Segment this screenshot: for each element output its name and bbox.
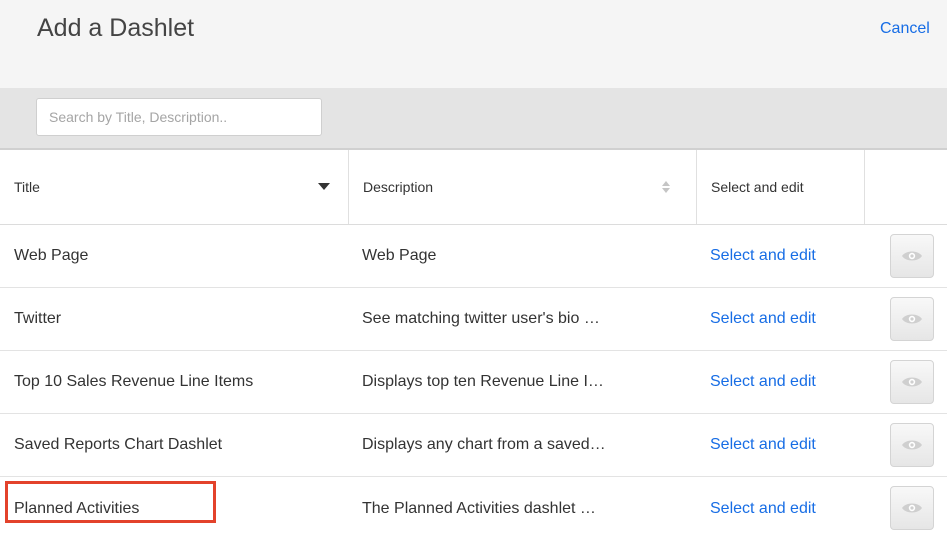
row-title: Saved Reports Chart Dashlet (14, 436, 223, 453)
sort-icon (662, 181, 670, 193)
row-title: Planned Activities (14, 499, 140, 517)
select-and-edit-link[interactable]: Select and edit (696, 225, 864, 287)
dashlet-table: Title Description Select and edit Web Pa… (0, 150, 947, 540)
table-header-row: Title Description Select and edit (0, 150, 947, 225)
cancel-button[interactable]: Cancel (880, 20, 930, 38)
preview-button[interactable] (890, 234, 934, 278)
row-description: The Planned Activities dashlet … (362, 499, 596, 517)
eye-icon (902, 251, 922, 261)
table-row: Top 10 Sales Revenue Line Items Displays… (0, 351, 947, 414)
table-row: Saved Reports Chart Dashlet Displays any… (0, 414, 947, 477)
select-and-edit-link[interactable]: Select and edit (696, 477, 864, 540)
column-header-title-label: Title (14, 179, 40, 195)
table-row: Twitter See matching twitter user's bio … (0, 288, 947, 351)
row-description: See matching twitter user's bio … (362, 310, 600, 327)
row-title: Twitter (14, 310, 62, 327)
eye-icon (902, 377, 922, 387)
preview-cell (864, 288, 947, 350)
select-and-edit-link[interactable]: Select and edit (696, 351, 864, 413)
preview-button[interactable] (890, 486, 934, 530)
eye-icon (902, 503, 922, 513)
row-description: Displays any chart from a saved… (362, 436, 606, 453)
preview-cell (864, 225, 947, 287)
select-and-edit-link[interactable]: Select and edit (696, 414, 864, 476)
column-header-select: Select and edit (696, 150, 864, 224)
dashlet-header: Add a Dashlet Cancel (0, 0, 947, 88)
preview-button[interactable] (890, 297, 934, 341)
page-title: Add a Dashlet (37, 14, 195, 42)
row-description: Web Page (362, 247, 437, 264)
preview-button[interactable] (890, 360, 934, 404)
eye-icon (902, 440, 922, 450)
row-title: Web Page (14, 247, 89, 264)
column-header-description[interactable]: Description (348, 150, 696, 224)
column-header-title[interactable]: Title (0, 150, 348, 224)
preview-cell (864, 477, 947, 540)
eye-icon (902, 314, 922, 324)
table-row: Web Page Web Page Select and edit (0, 225, 947, 288)
preview-cell (864, 351, 947, 413)
sort-descending-icon (318, 183, 330, 190)
table-row: Planned Activities The Planned Activitie… (0, 477, 947, 540)
column-header-description-label: Description (363, 179, 434, 195)
preview-cell (864, 414, 947, 476)
column-header-select-label: Select and edit (711, 179, 804, 195)
row-description: Displays top ten Revenue Line I… (362, 373, 604, 390)
search-bar (0, 88, 947, 150)
search-input[interactable] (36, 98, 322, 136)
select-and-edit-link[interactable]: Select and edit (696, 288, 864, 350)
preview-button[interactable] (890, 423, 934, 467)
column-header-preview (864, 150, 947, 224)
row-title: Top 10 Sales Revenue Line Items (14, 373, 254, 390)
